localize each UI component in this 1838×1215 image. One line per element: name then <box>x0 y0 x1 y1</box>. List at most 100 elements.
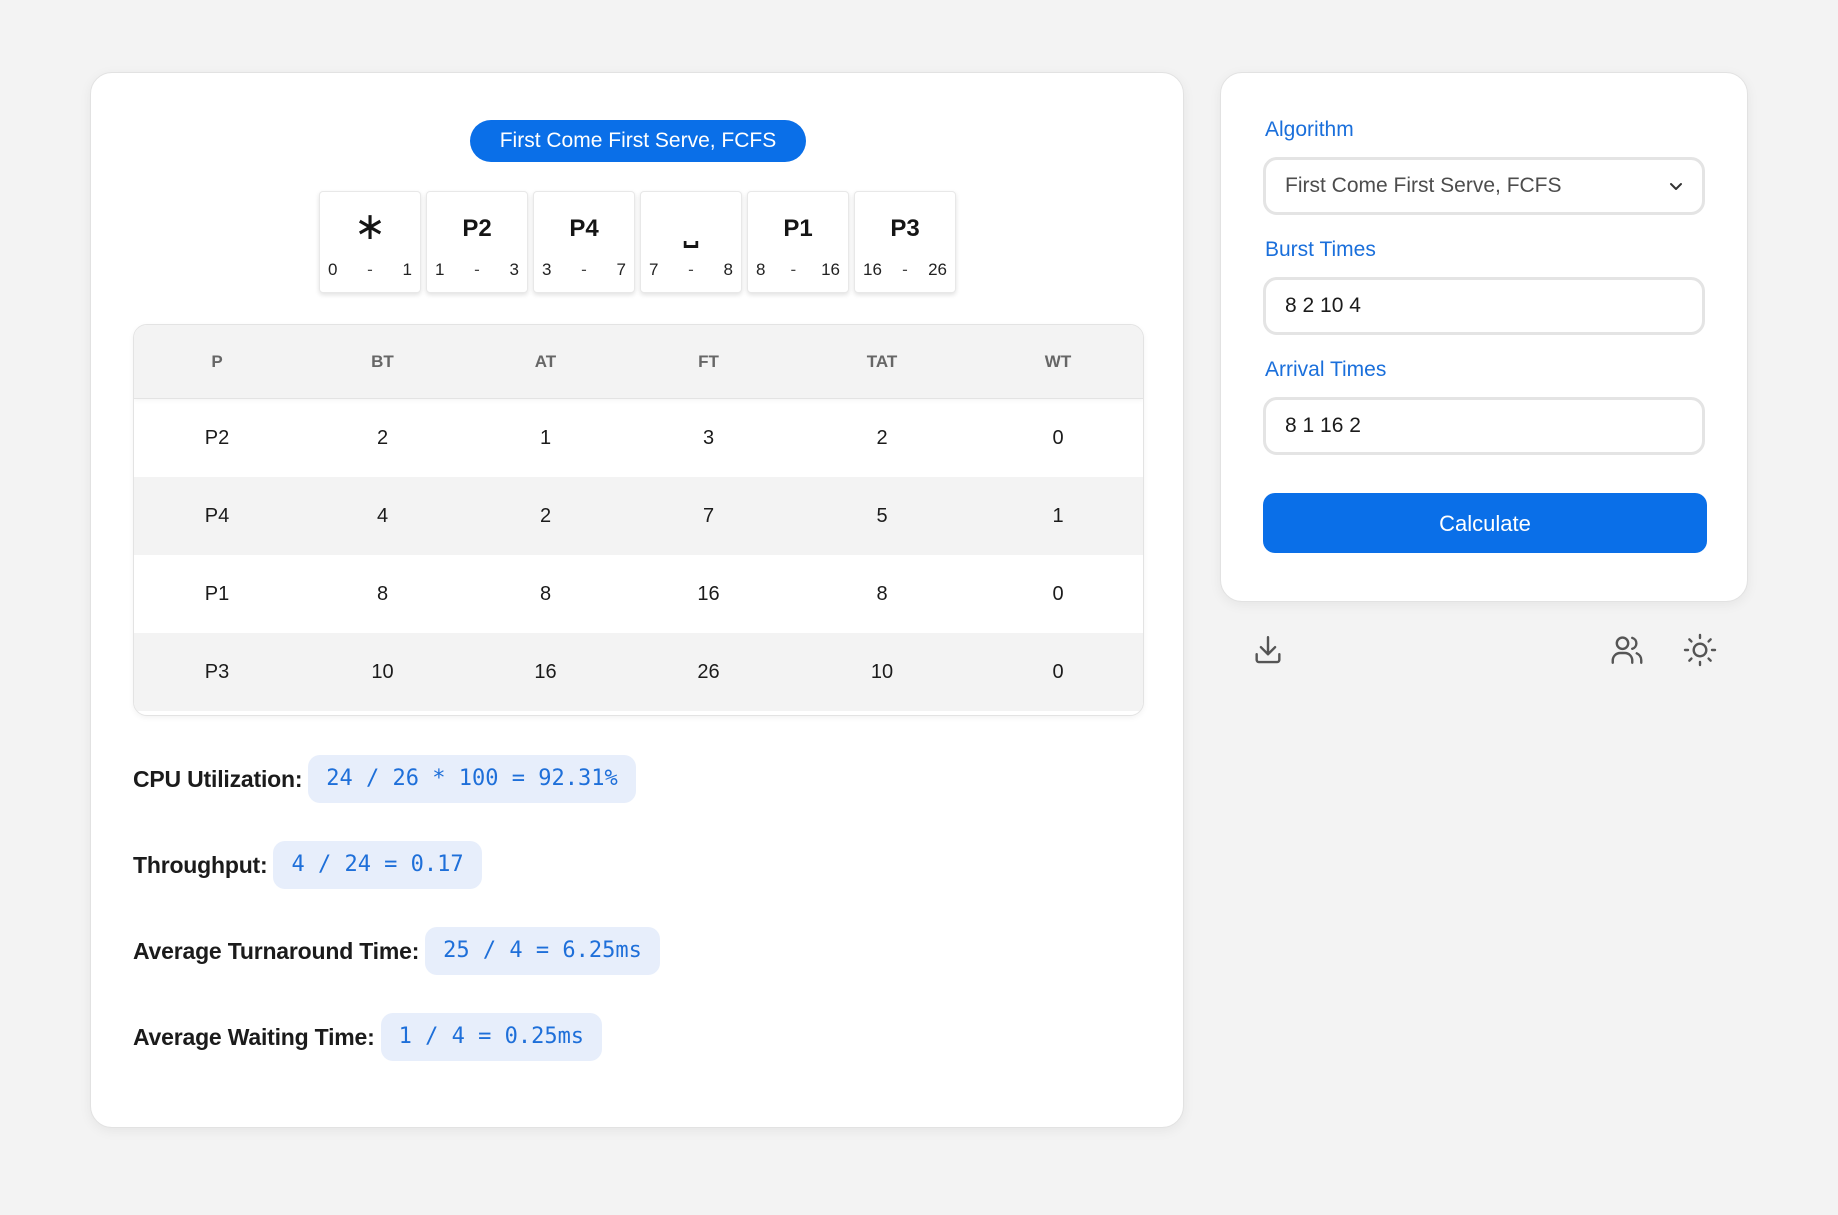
gantt-block: P3 16 - 26 <box>854 191 956 293</box>
gantt-block-times: 0 - 1 <box>328 260 412 280</box>
gantt-start-time: 1 <box>435 260 445 279</box>
table-header-cell: FT <box>698 351 719 371</box>
throughput-metric: Throughput: 4 / 24 = 0.17 <box>133 841 482 889</box>
gantt-dash: - <box>581 260 587 279</box>
table-cell: 5 <box>876 504 888 527</box>
gantt-block-times: 7 - 8 <box>649 260 733 280</box>
table-header-row: P BT AT FT TAT WT <box>134 325 1143 399</box>
table-cell: 10 <box>870 660 894 683</box>
download-button[interactable] <box>1248 630 1288 670</box>
throughput-label: Throughput: <box>133 851 268 878</box>
gantt-start-time: 3 <box>542 260 552 279</box>
avg-turnaround-metric: Average Turnaround Time: 25 / 4 = 6.25ms <box>133 927 660 975</box>
table-cell: 2 <box>376 426 389 449</box>
download-icon <box>1255 636 1281 664</box>
cpu-utilization-metric: CPU Utilization: 24 / 26 * 100 = 92.31% <box>133 755 636 803</box>
table-cell: 0 <box>1052 426 1064 449</box>
calculate-button[interactable]: Calculate <box>1263 493 1707 553</box>
avg-turnaround-label: Average Turnaround Time: <box>133 937 420 964</box>
table-cell: 3 <box>702 426 715 449</box>
gantt-block: ⎵ 7 - 8 <box>640 191 742 293</box>
gantt-dash: - <box>367 260 373 279</box>
theme-toggle-button[interactable] <box>1680 630 1720 670</box>
gantt-start-time: 0 <box>328 260 338 279</box>
chevron-down-icon <box>1670 183 1682 190</box>
table-cell: P3 <box>204 660 230 683</box>
burst-times-label: Burst Times <box>1265 238 1376 261</box>
table-cell: P4 <box>204 504 230 527</box>
algorithm-badge: First Come First Serve, FCFS <box>470 120 806 162</box>
table-cell: P1 <box>204 582 230 605</box>
table-header-cell: WT <box>1044 351 1072 371</box>
algorithm-label: Algorithm <box>1265 118 1354 141</box>
table-row: P4 4 2 7 5 1 <box>134 477 1143 555</box>
table-cell: 1 <box>539 426 552 449</box>
gantt-block-times: 16 - 26 <box>863 260 947 280</box>
avg-waiting-label: Average Waiting Time: <box>133 1023 375 1050</box>
table-cell: 0 <box>1052 660 1064 683</box>
table-cell: 1 <box>1052 504 1064 527</box>
throughput-value: 4 / 24 = 0.17 <box>273 841 482 889</box>
gantt-start-time: 8 <box>756 260 766 279</box>
gantt-block-label: ∗ <box>354 206 386 248</box>
arrival-times-label: Arrival Times <box>1265 358 1387 381</box>
gantt-dash: - <box>790 260 797 279</box>
avg-turnaround-value: 25 / 4 = 6.25ms <box>425 927 660 975</box>
table-row: P3 10 16 26 10 0 <box>134 633 1143 711</box>
gantt-dash: - <box>902 260 908 279</box>
cpu-utilization-value: 24 / 26 * 100 = 92.31% <box>308 755 636 803</box>
table-cell: 2 <box>539 504 552 527</box>
table-row: P1 8 8 16 8 0 <box>134 555 1143 633</box>
table-cell: 8 <box>376 582 389 605</box>
gantt-block: P2 1 - 3 <box>426 191 528 293</box>
avg-waiting-metric: Average Waiting Time: 1 / 4 = 0.25ms <box>133 1013 603 1061</box>
gantt-end-time: 16 <box>821 260 840 279</box>
gantt-block-label: P2 <box>462 215 492 242</box>
cpu-utilization-label: CPU Utilization: <box>133 765 303 792</box>
table-cell: 16 <box>534 660 557 683</box>
gantt-block: ∗ 0 - 1 <box>319 191 421 293</box>
table-header-cell: P <box>211 351 223 371</box>
users-button[interactable] <box>1607 630 1647 670</box>
table-cell: 4 <box>376 504 389 527</box>
gantt-start-time: 7 <box>649 260 659 279</box>
process-table: P BT AT FT TAT WT P2 2 1 3 2 0 P4 4 2 7 … <box>133 324 1144 716</box>
gantt-block-label: P4 <box>569 215 599 242</box>
table-row: P2 2 1 3 2 0 <box>134 399 1143 477</box>
result-card: First Come First Serve, FCFS ∗ 0 - 1 P2 … <box>90 72 1184 1128</box>
arrival-times-input[interactable] <box>1263 397 1705 455</box>
sun-icon <box>1683 633 1717 667</box>
table-header-cell: BT <box>371 351 394 371</box>
table-header-cell: TAT <box>866 351 898 371</box>
table-cell: P2 <box>204 426 230 449</box>
users-icon <box>1611 636 1643 664</box>
gantt-block: P1 8 - 16 <box>747 191 849 293</box>
gantt-block-label: P1 <box>783 215 813 242</box>
gantt-dash: - <box>688 260 694 279</box>
table-cell: 7 <box>702 504 715 527</box>
table-cell: 2 <box>876 426 888 449</box>
table-cell: 0 <box>1052 582 1064 605</box>
gantt-block: P4 3 - 7 <box>533 191 635 293</box>
gantt-block-label: ⎵ <box>683 206 699 248</box>
table-header-cell: AT <box>534 351 557 371</box>
gantt-start-time: 16 <box>863 260 882 279</box>
table-cell: 8 <box>539 582 552 605</box>
gantt-end-time: 1 <box>402 260 412 279</box>
algorithm-select[interactable]: First Come First Serve, FCFS <box>1263 157 1705 215</box>
gantt-block-times: 8 - 16 <box>756 260 840 280</box>
table-cell: 10 <box>371 660 394 683</box>
gantt-dash: - <box>474 260 480 279</box>
gantt-block-times: 1 - 3 <box>435 260 519 280</box>
gantt-block-label: P3 <box>890 215 920 242</box>
gantt-chart: ∗ 0 - 1 P2 1 - 3 P4 3 - 7 ⎵ 7 - 8 P1 8 -… <box>319 191 956 293</box>
table-cell: 16 <box>697 582 720 605</box>
table-cell: 8 <box>876 582 888 605</box>
gantt-end-time: 3 <box>509 260 519 279</box>
burst-times-input[interactable] <box>1263 277 1705 335</box>
gantt-end-time: 8 <box>723 260 733 279</box>
algorithm-selected-value: First Come First Serve, FCFS <box>1285 174 1562 197</box>
avg-waiting-value: 1 / 4 = 0.25ms <box>380 1013 603 1061</box>
gantt-end-time: 7 <box>616 260 626 279</box>
table-cell: 26 <box>697 660 720 683</box>
